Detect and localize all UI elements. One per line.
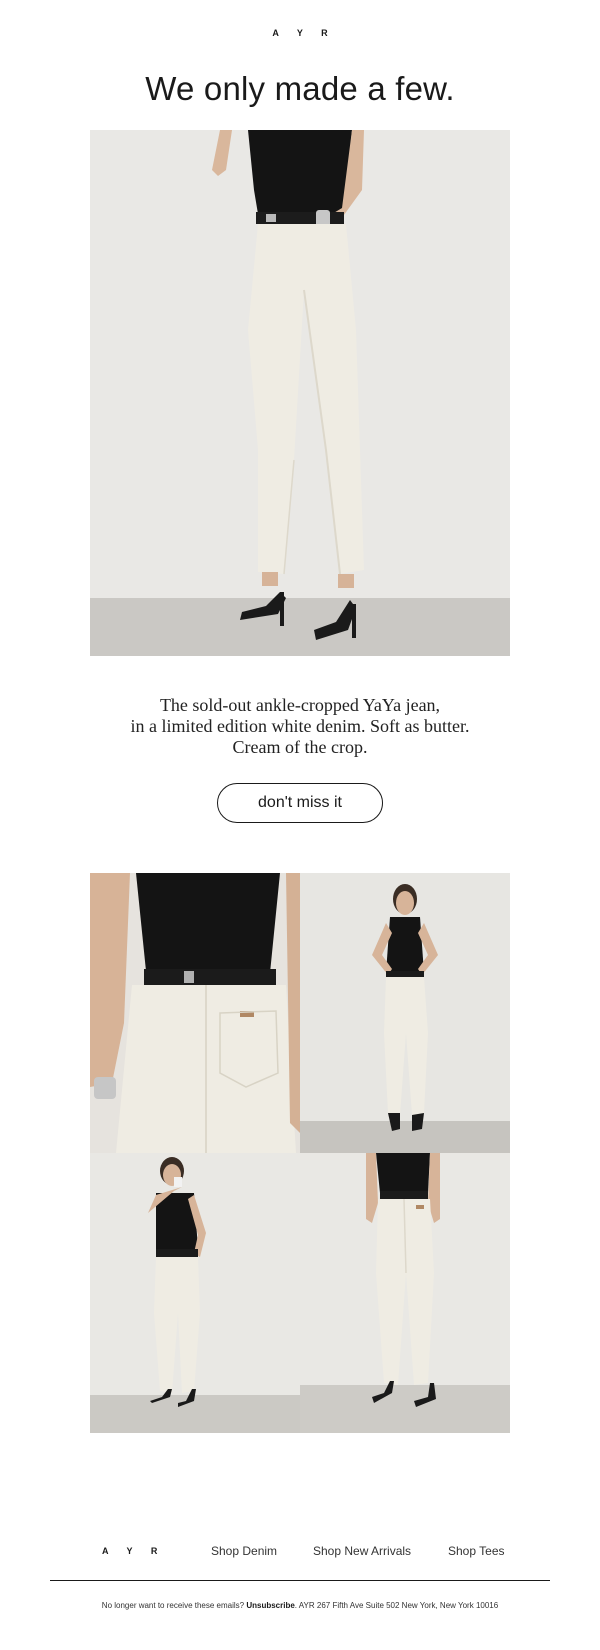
gallery-image-back-pocket[interactable]: [90, 873, 300, 1153]
footer-link-shop-denim[interactable]: Shop Denim: [211, 1544, 277, 1558]
hero-image[interactable]: [90, 130, 510, 656]
footer-divider: [50, 1580, 550, 1581]
footer-brand-logo[interactable]: A Y R: [102, 1546, 165, 1556]
hero-photo-illustration: [90, 130, 510, 656]
gallery-image-front-drinking[interactable]: [90, 1153, 300, 1433]
unsubscribe-link[interactable]: Unsubscribe: [246, 1601, 294, 1610]
legal-prefix: No longer want to receive these emails?: [101, 1601, 247, 1610]
gallery-image-back[interactable]: [300, 1153, 510, 1433]
gallery-photo-1-illustration: [90, 873, 300, 1153]
body-copy-line-3: Cream of the crop.: [232, 737, 368, 757]
footer-nav: A Y R Shop Denim Shop New Arrivals Shop …: [0, 1540, 600, 1562]
gallery-photo-3-illustration: [90, 1153, 300, 1433]
gallery-photo-2-illustration: [300, 873, 510, 1153]
headline: We only made a few.: [145, 70, 455, 107]
body-copy-line-1: The sold-out ankle-cropped YaYa jean,: [159, 695, 441, 715]
body-copy-line-2: in a limited edition white denim. Soft a…: [130, 716, 470, 736]
gallery-image-front-hands-on-hips[interactable]: [300, 873, 510, 1153]
legal-address: . AYR 267 Fifth Ave Suite 502 New York, …: [294, 1601, 499, 1610]
footer-link-shop-tees[interactable]: Shop Tees: [448, 1544, 505, 1558]
dont-miss-it-button[interactable]: don't miss it: [217, 783, 383, 823]
gallery-photo-4-illustration: [300, 1153, 510, 1433]
legal-footer: No longer want to receive these emails? …: [0, 1601, 600, 1610]
body-copy: The sold-out ankle-cropped YaYa jean, in…: [0, 695, 600, 758]
brand-logo[interactable]: A Y R: [0, 28, 600, 38]
footer-link-shop-new-arrivals[interactable]: Shop New Arrivals: [313, 1544, 411, 1558]
